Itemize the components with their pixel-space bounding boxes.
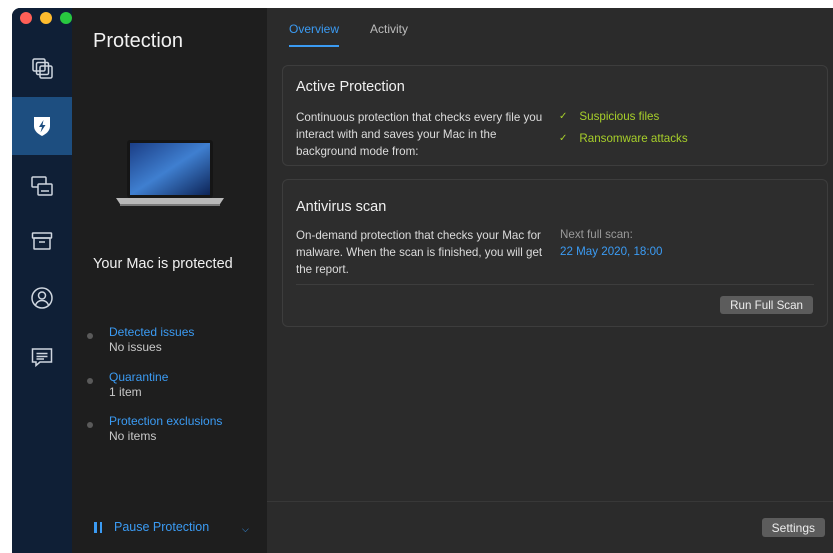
active-protection-description: Continuous protection that checks every … (296, 111, 543, 158)
check-item-label: Suspicious files (579, 110, 660, 123)
close-window-button[interactable] (20, 12, 32, 24)
divider (296, 284, 814, 285)
tab-overview[interactable]: Overview (289, 22, 339, 36)
next-scan-label: Next full scan: (560, 228, 633, 241)
active-protection-title: Active Protection (296, 79, 405, 95)
copy-stack-icon (32, 58, 53, 79)
zoom-window-button[interactable] (60, 12, 72, 24)
macbook-illustration (116, 140, 224, 206)
detected-issues-link[interactable]: Detected issues (109, 325, 194, 339)
minimize-window-button[interactable] (40, 12, 52, 24)
chat-message-icon (31, 348, 53, 368)
pause-protection-button[interactable]: Pause Protection (94, 520, 209, 534)
main-content: Overview Activity Active Protection Cont… (267, 8, 833, 553)
status-dot (87, 422, 93, 428)
pause-protection-label: Pause Protection (114, 520, 210, 534)
tab-bar: Overview Activity (267, 8, 833, 48)
user-circle-icon (31, 287, 53, 309)
protection-exclusions-link[interactable]: Protection exclusions (109, 414, 222, 428)
shield-bolt-icon (34, 117, 50, 136)
settings-button[interactable]: Settings (761, 518, 825, 537)
rail-item-devices[interactable] (12, 157, 72, 215)
protection-summary-panel: Protection Your Mac is protected Detecte… (72, 8, 267, 553)
window-controls (20, 12, 72, 24)
nav-rail (12, 8, 72, 553)
detected-issues-value: No issues (109, 340, 162, 354)
archive-box-icon (31, 232, 53, 250)
app-window: Protection Your Mac is protected Detecte… (12, 8, 833, 553)
devices-icon (31, 176, 53, 196)
rail-item-archive[interactable] (12, 212, 72, 270)
antivirus-scan-title: Antivirus scan (296, 199, 387, 215)
check-item-label: Ransomware attacks (579, 132, 688, 145)
pause-icon (94, 521, 102, 533)
rail-item-account[interactable] (12, 269, 72, 327)
footer-bar: Settings (267, 501, 833, 553)
antivirus-scan-description: On-demand protection that checks your Ma… (296, 229, 543, 276)
check-item-ransomware: ✓ Ransomware attacks (559, 132, 688, 145)
chevron-down-icon[interactable]: ⌵ (242, 524, 249, 535)
tab-activity[interactable]: Activity (370, 22, 408, 36)
antivirus-scan-card: Antivirus scan On-demand protection that… (282, 179, 828, 327)
status-dot (87, 333, 93, 339)
quarantine-value: 1 item (109, 385, 142, 399)
protection-status-text: Your Mac is protected (93, 256, 233, 272)
checkmark-icon: ✓ (559, 111, 568, 122)
rail-item-copy[interactable] (12, 39, 72, 97)
summary-title: Protection (93, 30, 184, 52)
status-dot (87, 378, 93, 384)
quarantine-link[interactable]: Quarantine (109, 370, 168, 384)
next-scan-date: 22 May 2020, 18:00 (560, 245, 663, 258)
rail-item-messages[interactable] (12, 328, 72, 386)
check-item-suspicious-files: ✓ Suspicious files (559, 110, 659, 123)
active-protection-card: Active Protection Continuous protection … (282, 65, 828, 166)
rail-item-protection[interactable] (12, 97, 72, 155)
protection-exclusions-value: No items (109, 429, 157, 443)
run-full-scan-button[interactable]: Run Full Scan (720, 296, 813, 314)
checkmark-icon: ✓ (559, 133, 568, 144)
active-tab-indicator (289, 45, 339, 47)
